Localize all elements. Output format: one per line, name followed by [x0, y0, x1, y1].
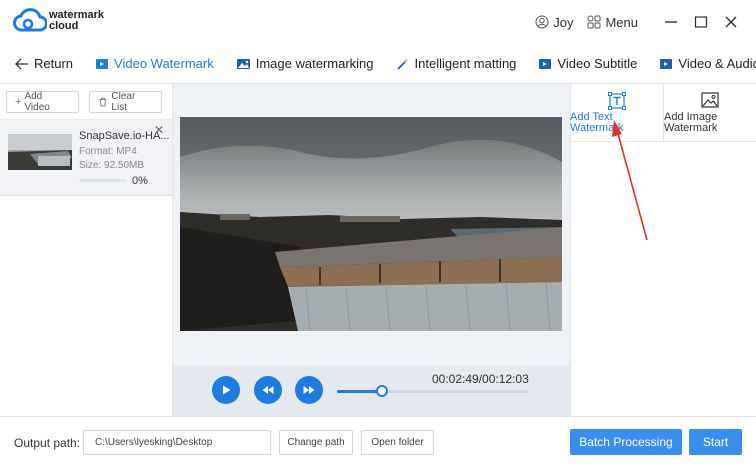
- tab-label: Video Subtitle: [557, 56, 638, 71]
- text-box-icon: [608, 92, 626, 110]
- arrow-left-icon: [15, 58, 28, 69]
- logo-line-2: cloud: [49, 20, 79, 32]
- output-path-field[interactable]: C:\Users\lyesking\Desktop: [83, 430, 271, 455]
- clear-list-label: Clear List: [111, 90, 136, 113]
- close-button[interactable]: [716, 7, 746, 37]
- video-icon: [660, 58, 673, 69]
- clear-list-button[interactable]: Clear List: [88, 90, 162, 113]
- file-list-toolbar: + Add Video Clear List: [0, 84, 172, 120]
- return-button[interactable]: Return: [0, 44, 84, 83]
- change-path-button[interactable]: Change path: [279, 430, 353, 455]
- rewind-button[interactable]: [254, 376, 282, 404]
- grid-menu-icon: [587, 15, 601, 29]
- tab-image-watermarking[interactable]: Image watermarking: [225, 44, 385, 83]
- preview-area: 00:02:49/00:12:03: [173, 84, 570, 416]
- plus-icon: +: [15, 95, 22, 108]
- title-bar: watermark cloud Joy Menu: [0, 0, 756, 44]
- file-progress-bar: [79, 179, 127, 182]
- user-account[interactable]: Joy: [535, 15, 573, 30]
- trash-icon: [99, 97, 106, 106]
- close-icon: [725, 16, 737, 28]
- app-logo-text: watermark cloud: [49, 10, 104, 32]
- minimize-button[interactable]: [656, 7, 686, 37]
- tab-video-audio-separation[interactable]: Video & Audio Sepa: [648, 44, 756, 83]
- output-path-label: Output path:: [14, 436, 81, 450]
- play-button[interactable]: [212, 376, 240, 404]
- seek-slider-thumb[interactable]: [375, 385, 388, 397]
- file-size: Size: 92.50MB: [79, 160, 145, 171]
- magic-wand-icon: [396, 57, 409, 70]
- label-line-2: Watermark: [664, 122, 718, 134]
- watermark-options-panel: Add Text Watermark Add Image Watermark: [570, 84, 756, 416]
- file-list-panel: + Add Video Clear List SnapSave.io-HA...…: [0, 84, 173, 416]
- video-thumbnail: [8, 134, 72, 170]
- menu-button[interactable]: Menu: [587, 15, 638, 30]
- open-folder-button[interactable]: Open folder: [361, 430, 434, 455]
- add-text-watermark-button[interactable]: Add Text Watermark: [570, 84, 664, 142]
- user-name: Joy: [553, 14, 574, 30]
- play-icon: [223, 385, 231, 395]
- add-image-watermark-label: Add Image Watermark: [664, 112, 717, 134]
- maximize-icon: [694, 16, 708, 28]
- remove-file-icon[interactable]: ✕: [154, 123, 164, 137]
- start-button[interactable]: Start: [689, 429, 742, 455]
- tab-label: Video Watermark: [114, 56, 214, 71]
- file-format: Format: MP4: [79, 146, 137, 157]
- maximize-button[interactable]: [686, 7, 716, 37]
- tab-label: Image watermarking: [255, 56, 374, 71]
- label-line-2: Watermark: [570, 122, 624, 134]
- user-icon: [535, 15, 549, 29]
- return-label: Return: [34, 56, 74, 71]
- video-icon: [539, 58, 552, 69]
- add-video-label: Add Video: [24, 90, 50, 113]
- file-progress-text: 0%: [132, 175, 148, 187]
- fast-forward-icon: [303, 386, 315, 394]
- tab-bar: Return Video Watermark Image watermarkin…: [0, 44, 756, 84]
- tab-label: Intelligent matting: [414, 56, 517, 71]
- player-controls: 00:02:49/00:12:03: [173, 366, 570, 416]
- image-icon: [236, 58, 250, 69]
- tab-label: Video & Audio Sepa: [678, 56, 756, 71]
- tab-video-subtitle[interactable]: Video Subtitle: [527, 44, 648, 83]
- add-text-watermark-label: Add Text Watermark: [570, 112, 623, 134]
- video-icon: [96, 58, 109, 69]
- video-preview[interactable]: [180, 117, 562, 331]
- seek-slider[interactable]: [337, 385, 529, 397]
- add-image-watermark-button[interactable]: Add Image Watermark: [664, 84, 756, 142]
- timecode: 00:02:49/00:12:03: [432, 372, 529, 386]
- tab-video-watermark[interactable]: Video Watermark: [84, 44, 225, 83]
- cloud-logo-icon: [13, 8, 47, 32]
- batch-processing-button[interactable]: Batch Processing: [570, 429, 682, 455]
- footer-bar: Output path: C:\Users\lyesking\Desktop C…: [0, 416, 756, 466]
- fast-forward-button[interactable]: [295, 376, 323, 404]
- tab-intelligent-matting[interactable]: Intelligent matting: [385, 44, 528, 83]
- minimize-icon: [665, 21, 677, 23]
- image-icon: [701, 92, 719, 108]
- menu-label: Menu: [605, 14, 638, 30]
- file-list-item[interactable]: SnapSave.io-HA... Format: MP4 Size: 92.5…: [0, 120, 172, 196]
- add-video-button[interactable]: + Add Video: [6, 90, 79, 113]
- rewind-icon: [262, 386, 274, 394]
